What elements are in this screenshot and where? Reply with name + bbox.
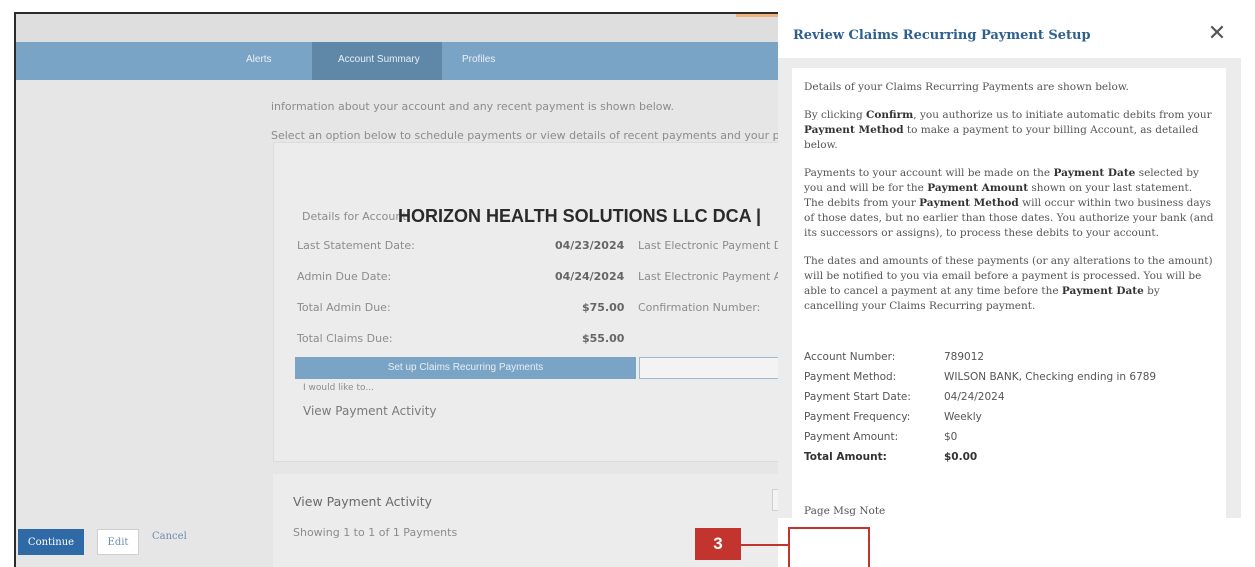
payment-method-label: Payment Method: xyxy=(804,371,897,383)
modal-body-wrap: Details of your Claims Recurring Payment… xyxy=(778,58,1241,520)
review-modal: Review Claims Recurring Payment Setup ✕ … xyxy=(778,12,1241,567)
row-label-statement-date: Last Statement Date: xyxy=(297,239,415,252)
i-would-like-label: I would like to... xyxy=(303,383,374,393)
row-label-total-admin-due: Total Admin Due: xyxy=(297,301,391,314)
row-right-label-confirmation: Confirmation Number: xyxy=(638,301,761,314)
payment-amount-label: Payment Amount: xyxy=(804,431,899,443)
notification-paragraph: The dates and amounts of these payments … xyxy=(804,255,1213,312)
callout-connector xyxy=(741,544,788,546)
payment-start-date-label: Payment Start Date: xyxy=(804,391,911,403)
step-callout-badge: 3 xyxy=(695,528,741,560)
row-value-total-admin-due: $75.00 xyxy=(582,301,625,314)
nav-item-profiles[interactable]: Profiles xyxy=(462,54,495,65)
modal-title: Review Claims Recurring Payment Setup xyxy=(793,28,1091,43)
cancel-link[interactable]: Cancel xyxy=(152,531,187,542)
authorization-paragraph: By clicking Confirm, you authorize us to… xyxy=(804,109,1212,151)
total-amount-label: Total Amount: xyxy=(804,451,887,463)
nav-item-account-summary[interactable]: Account Summary xyxy=(338,54,420,65)
payment-start-date-value: 04/24/2024 xyxy=(944,391,1005,403)
row-value-statement-date: 04/23/2024 xyxy=(555,239,625,252)
details-label: Details for Account: xyxy=(302,210,411,223)
payment-frequency-label: Payment Frequency: xyxy=(804,411,911,423)
nav-item-alerts[interactable]: Alerts xyxy=(246,54,272,65)
row-value-admin-due-date: 04/24/2024 xyxy=(555,270,625,283)
row-label-total-claims-due: Total Claims Due: xyxy=(297,332,393,345)
row-label-admin-due-date: Admin Due Date: xyxy=(297,270,392,283)
account-name: HORIZON HEALTH SOLUTIONS LLC DCA | xyxy=(398,206,762,226)
total-amount-value: $0.00 xyxy=(944,451,978,463)
payment-amount-value: $0 xyxy=(944,431,958,443)
setup-claims-recurring-button[interactable]: Set up Claims Recurring Payments xyxy=(295,357,636,379)
payment-terms-paragraph: Payments to your account will be made on… xyxy=(804,167,1214,239)
row-right-label-last-payment-amount: Last Electronic Payment Am xyxy=(638,270,793,283)
payment-method-value: WILSON BANK, Checking ending in 6789 xyxy=(944,371,1157,383)
intro-text-2: Select an option below to schedule payme… xyxy=(271,129,836,142)
modal-header: Review Claims Recurring Payment Setup ✕ xyxy=(778,12,1241,56)
close-icon[interactable]: ✕ xyxy=(1206,23,1228,46)
intro-text-1: information about your account and any r… xyxy=(271,100,675,113)
edit-button[interactable]: Edit xyxy=(97,529,139,555)
account-number-value: 789012 xyxy=(944,351,985,363)
screenshot-frame: Alerts Account Summary Profiles informat… xyxy=(0,0,1255,567)
callout-highlight-box xyxy=(788,527,870,567)
row-right-label-last-payment-date: Last Electronic Payment Dat xyxy=(638,239,794,252)
payment-activity-heading: View Payment Activity xyxy=(293,494,433,509)
page-msg-note: Page Msg Note xyxy=(804,505,886,517)
intro-paragraph: Details of your Claims Recurring Payment… xyxy=(804,81,1129,93)
payment-frequency-value: Weekly xyxy=(944,411,982,423)
payments-count-text: Showing 1 to 1 of 1 Payments xyxy=(293,526,458,539)
account-number-label: Account Number: xyxy=(804,351,896,363)
continue-button[interactable]: Continue xyxy=(18,529,84,555)
row-value-total-claims-due: $55.00 xyxy=(582,332,625,345)
modal-body: Details of your Claims Recurring Payment… xyxy=(792,68,1226,520)
view-payment-activity-link[interactable]: View Payment Activity xyxy=(303,404,437,418)
